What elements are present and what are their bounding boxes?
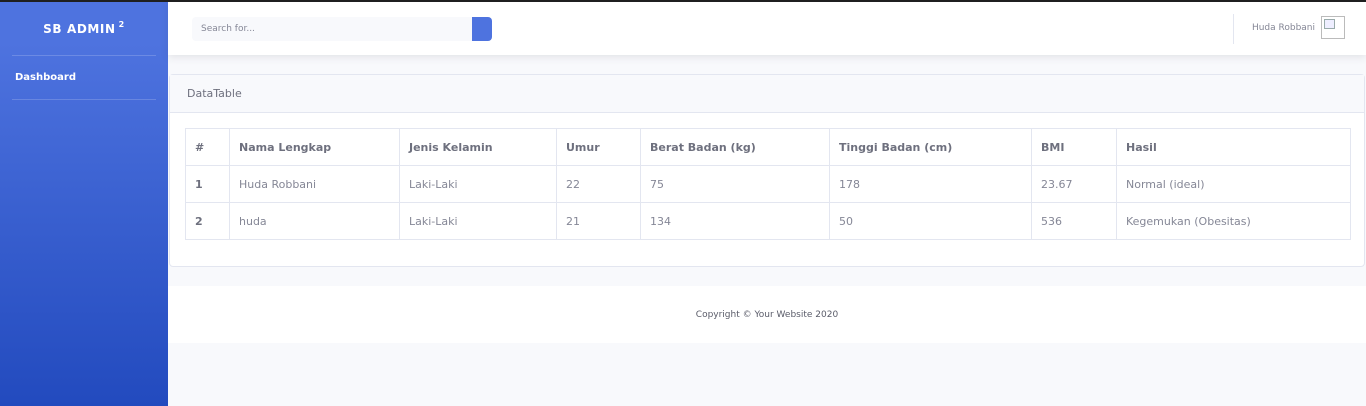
avatar[interactable] xyxy=(1321,16,1345,39)
table-cell: 134 xyxy=(640,202,830,240)
brand-logo[interactable]: SB ADMIN 2 xyxy=(0,2,168,55)
search-button[interactable] xyxy=(472,17,492,41)
topbar: Huda Robbani xyxy=(168,2,1366,55)
table-cell: 50 xyxy=(829,202,1032,240)
brand-text: SB ADMIN xyxy=(43,21,116,36)
data-table: # Nama Lengkap Jenis Kelamin Umur Berat … xyxy=(185,128,1351,240)
column-header[interactable]: # xyxy=(185,128,230,166)
sidebar-divider xyxy=(12,99,156,100)
column-header[interactable]: Berat Badan (kg) xyxy=(640,128,830,166)
table-cell: Laki-Laki xyxy=(399,165,557,203)
table-cell: Huda Robbani xyxy=(229,165,400,203)
table-cell: Normal (ideal) xyxy=(1116,165,1351,203)
card-title: DataTable xyxy=(170,75,1364,113)
table-cell: 21 xyxy=(556,202,641,240)
user-name: Huda Robbani xyxy=(1251,22,1315,33)
table-cell: 75 xyxy=(640,165,830,203)
table-cell: 1 xyxy=(185,165,230,203)
copyright-text: Copyright © Your Website 2020 xyxy=(695,309,839,320)
search-input[interactable] xyxy=(192,17,472,41)
column-header[interactable]: Umur xyxy=(556,128,641,166)
table-cell: 23.67 xyxy=(1031,165,1117,203)
column-header[interactable]: Nama Lengkap xyxy=(229,128,400,166)
table-cell: 2 xyxy=(185,202,230,240)
table-cell: Kegemukan (Obesitas) xyxy=(1116,202,1351,240)
table-cell: 178 xyxy=(829,165,1032,203)
table-row: 1 Huda Robbani Laki-Laki 22 75 178 23.67… xyxy=(185,165,1351,203)
brand-superscript: 2 xyxy=(118,20,125,29)
user-dropdown[interactable]: Huda Robbani xyxy=(1252,16,1345,39)
datatable-card: DataTable # Nama Lengkap Jenis Kelamin U… xyxy=(169,74,1365,267)
table-header-row: # Nama Lengkap Jenis Kelamin Umur Berat … xyxy=(185,128,1351,166)
topbar-divider xyxy=(1233,14,1234,44)
sidebar: SB ADMIN 2 Dashboard xyxy=(0,2,168,406)
sidebar-item-dashboard[interactable]: Dashboard xyxy=(0,56,168,99)
table-cell: 22 xyxy=(556,165,641,203)
column-header[interactable]: Hasil xyxy=(1116,128,1351,166)
search-form xyxy=(192,17,492,41)
footer: Copyright © Your Website 2020 xyxy=(168,286,1366,343)
table-cell: 536 xyxy=(1031,202,1117,240)
column-header[interactable]: BMI xyxy=(1031,128,1117,166)
table-row: 2 huda Laki-Laki 21 134 50 536 Kegemukan… xyxy=(185,202,1351,240)
table-cell: Laki-Laki xyxy=(399,202,557,240)
table-cell: huda xyxy=(229,202,400,240)
column-header[interactable]: Tinggi Badan (cm) xyxy=(829,128,1032,166)
column-header[interactable]: Jenis Kelamin xyxy=(399,128,557,166)
